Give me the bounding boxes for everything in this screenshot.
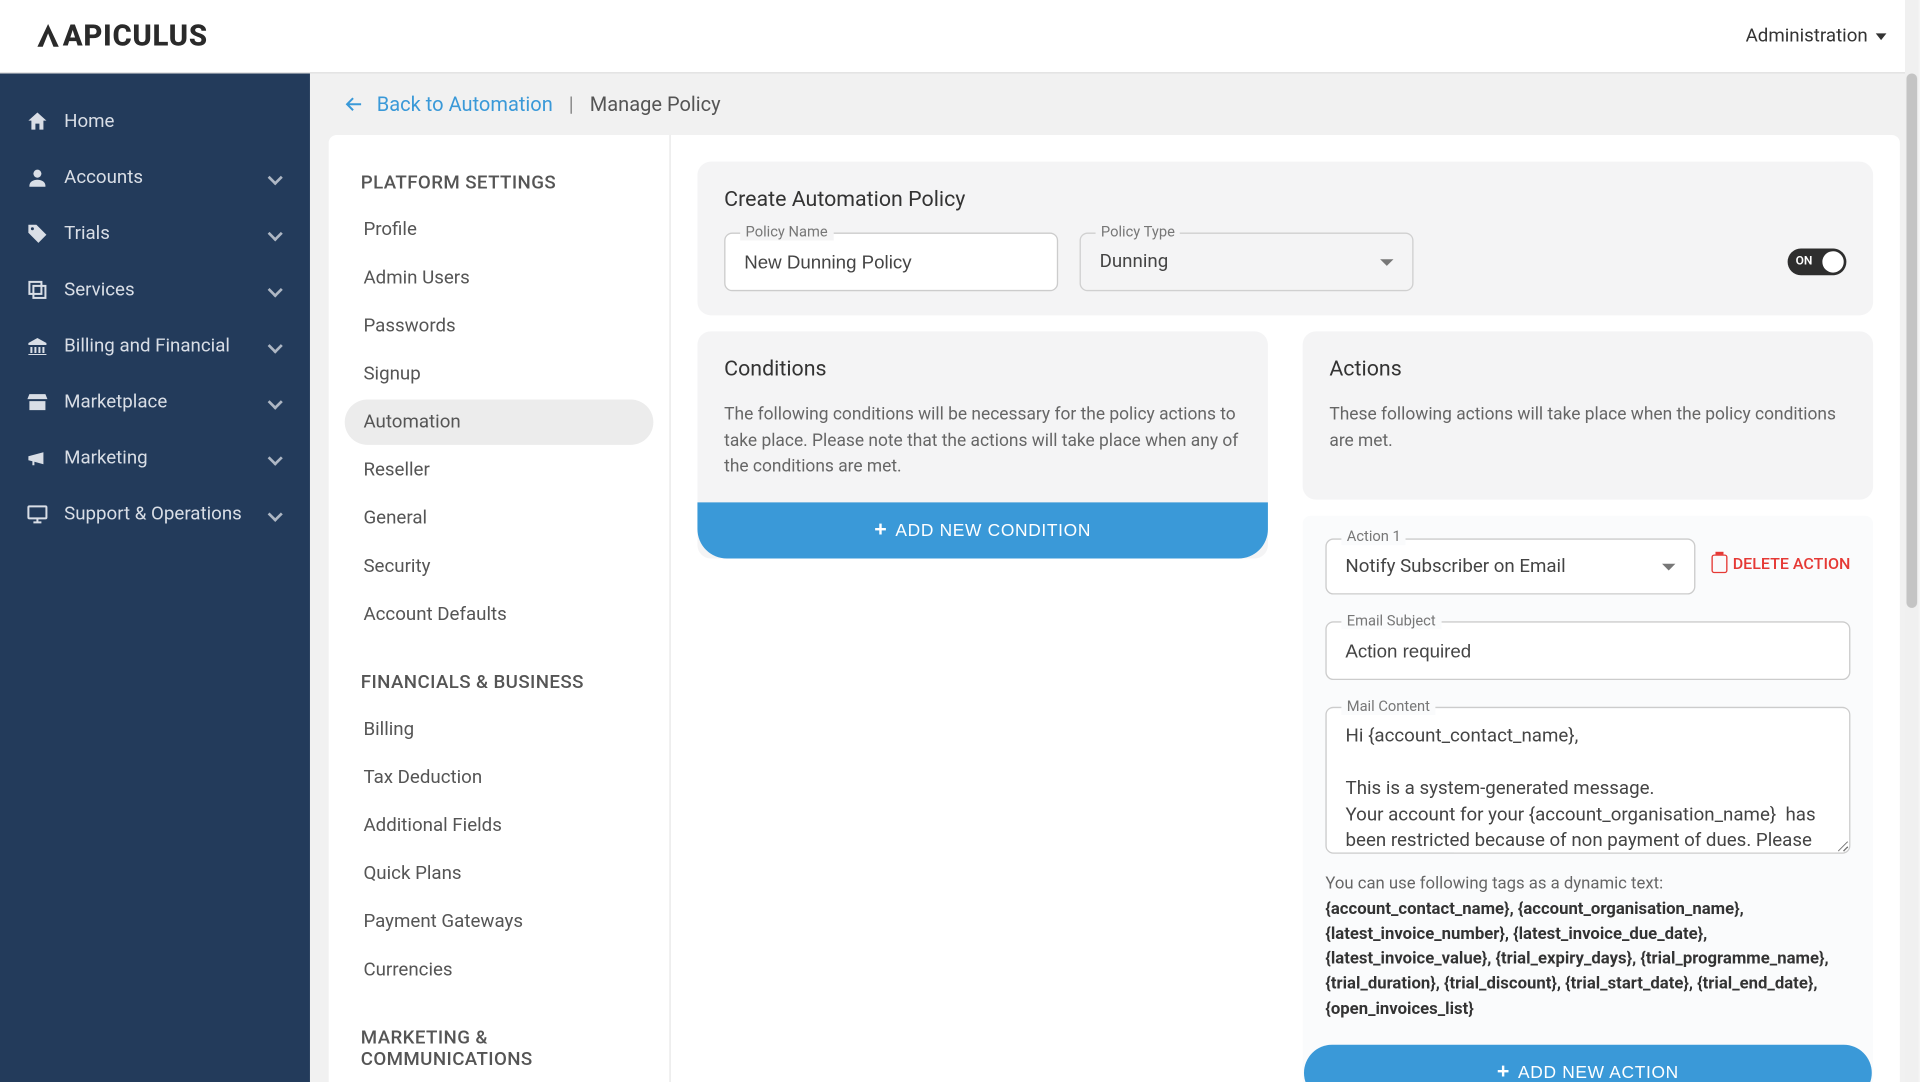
policy-type-select[interactable]: Dunning [1079,232,1413,291]
settings-item-billing[interactable]: Billing [345,707,654,752]
policy-type-field: Policy Type Dunning [1079,232,1413,291]
monitor-icon [24,502,51,526]
breadcrumb-separator: | [569,92,574,116]
chevron-down-icon [268,338,283,353]
section-title-marketing: MARKETING & COMMUNICATIONS [345,1017,654,1081]
conditions-help: The following conditions will be necessa… [724,402,1241,480]
nav-billing-financial[interactable]: Billing and Financial [0,318,310,374]
settings-item-general[interactable]: General [345,496,654,541]
delete-action-button[interactable]: DELETE ACTION [1711,554,1850,573]
create-policy-title: Create Automation Policy [724,186,1846,211]
administration-dropdown[interactable]: Administration [1746,25,1887,46]
tag-icon [24,222,51,246]
nav-accounts[interactable]: Accounts [0,150,310,206]
settings-item-tax-deduction[interactable]: Tax Deduction [345,755,654,800]
add-action-button[interactable]: + ADD NEW ACTION [1304,1044,1872,1082]
nav-marketplace[interactable]: Marketplace [0,374,310,430]
caret-down-icon [1876,33,1887,40]
plus-icon: + [1497,1060,1510,1082]
arrow-left-icon [342,92,366,116]
policy-enabled-toggle[interactable]: ON [1788,248,1847,275]
person-icon [24,166,51,190]
app-header: APICULUS Administration [0,0,1918,73]
nav-home[interactable]: Home [0,94,310,150]
settings-item-passwords[interactable]: Passwords [345,303,654,348]
settings-item-currencies[interactable]: Currencies [345,947,654,992]
mail-content-textarea[interactable] [1325,707,1850,854]
nav-marketing[interactable]: Marketing [0,430,310,486]
policy-name-field: Policy Name [724,232,1058,291]
main-form-area: Create Automation Policy Policy Name Pol… [671,135,1900,1082]
plus-icon: + [874,518,887,542]
settings-item-security[interactable]: Security [345,544,654,589]
store-icon [24,390,51,414]
actions-help: These following actions will take place … [1329,402,1846,454]
nav-trials[interactable]: Trials [0,206,310,262]
settings-item-profile[interactable]: Profile [345,207,654,252]
dynamic-tags-help: You can use following tags as a dynamic … [1304,859,1872,1044]
settings-item-additional-fields[interactable]: Additional Fields [345,803,654,848]
chevron-down-icon [268,395,283,410]
add-condition-button[interactable]: + ADD NEW CONDITION [697,502,1267,558]
caret-down-icon [1662,563,1675,570]
create-policy-card: Create Automation Policy Policy Name Pol… [697,162,1873,316]
scrollbar[interactable] [1905,0,1918,1082]
settings-item-automation[interactable]: Automation [345,399,654,444]
chevron-down-icon [268,282,283,297]
bank-icon [24,334,51,358]
main-sidebar: Home Accounts Trials Services Billing an… [0,73,310,1082]
actions-title: Actions [1329,355,1846,380]
settings-item-signup[interactable]: Signup [345,351,654,396]
email-subject-label: Email Subject [1341,612,1441,629]
policy-type-label: Policy Type [1096,223,1181,240]
main-panel: PLATFORM SETTINGS Profile Admin Users Pa… [329,135,1900,1082]
breadcrumb: Back to Automation | Manage Policy [310,73,1919,134]
trash-icon [1711,554,1727,573]
settings-item-reseller[interactable]: Reseller [345,448,654,493]
nav-support-operations[interactable]: Support & Operations [0,486,310,542]
back-link[interactable]: Back to Automation [342,92,553,116]
chevron-down-icon [268,170,283,185]
policy-name-label: Policy Name [740,223,833,240]
section-title-platform: PLATFORM SETTINGS [345,162,654,205]
settings-item-payment-gateways[interactable]: Payment Gateways [345,899,654,944]
stack-icon [24,278,51,302]
caret-down-icon [1380,259,1393,266]
action-type-select[interactable]: Notify Subscriber on Email [1325,538,1695,594]
logo: APICULUS [32,19,208,52]
chevron-down-icon [268,451,283,466]
chevron-down-icon [268,507,283,522]
settings-item-quick-plans[interactable]: Quick Plans [345,851,654,896]
conditions-card: Conditions The following conditions will… [697,331,1267,557]
action-1-label: Action 1 [1341,528,1406,545]
section-title-financials: FINANCIALS & BUSINESS [345,661,654,704]
conditions-title: Conditions [724,355,1241,380]
content-area: Back to Automation | Manage Policy PLATF… [310,73,1919,1082]
mail-content-label: Mail Content [1341,697,1435,714]
action-1-card: Action 1 Notify Subscriber on Email DELE… [1303,516,1873,1082]
actions-card: Actions These following actions will tak… [1303,331,1873,499]
nav-services[interactable]: Services [0,262,310,318]
email-subject-input[interactable] [1325,621,1850,680]
chevron-down-icon [268,226,283,241]
policy-name-input[interactable] [724,232,1058,291]
breadcrumb-current: Manage Policy [590,92,721,116]
settings-item-admin-users[interactable]: Admin Users [345,255,654,300]
megaphone-icon [24,446,51,470]
home-icon [24,110,51,134]
scrollbar-thumb[interactable] [1906,73,1917,607]
settings-item-account-defaults[interactable]: Account Defaults [345,592,654,637]
settings-sidebar: PLATFORM SETTINGS Profile Admin Users Pa… [329,135,671,1082]
